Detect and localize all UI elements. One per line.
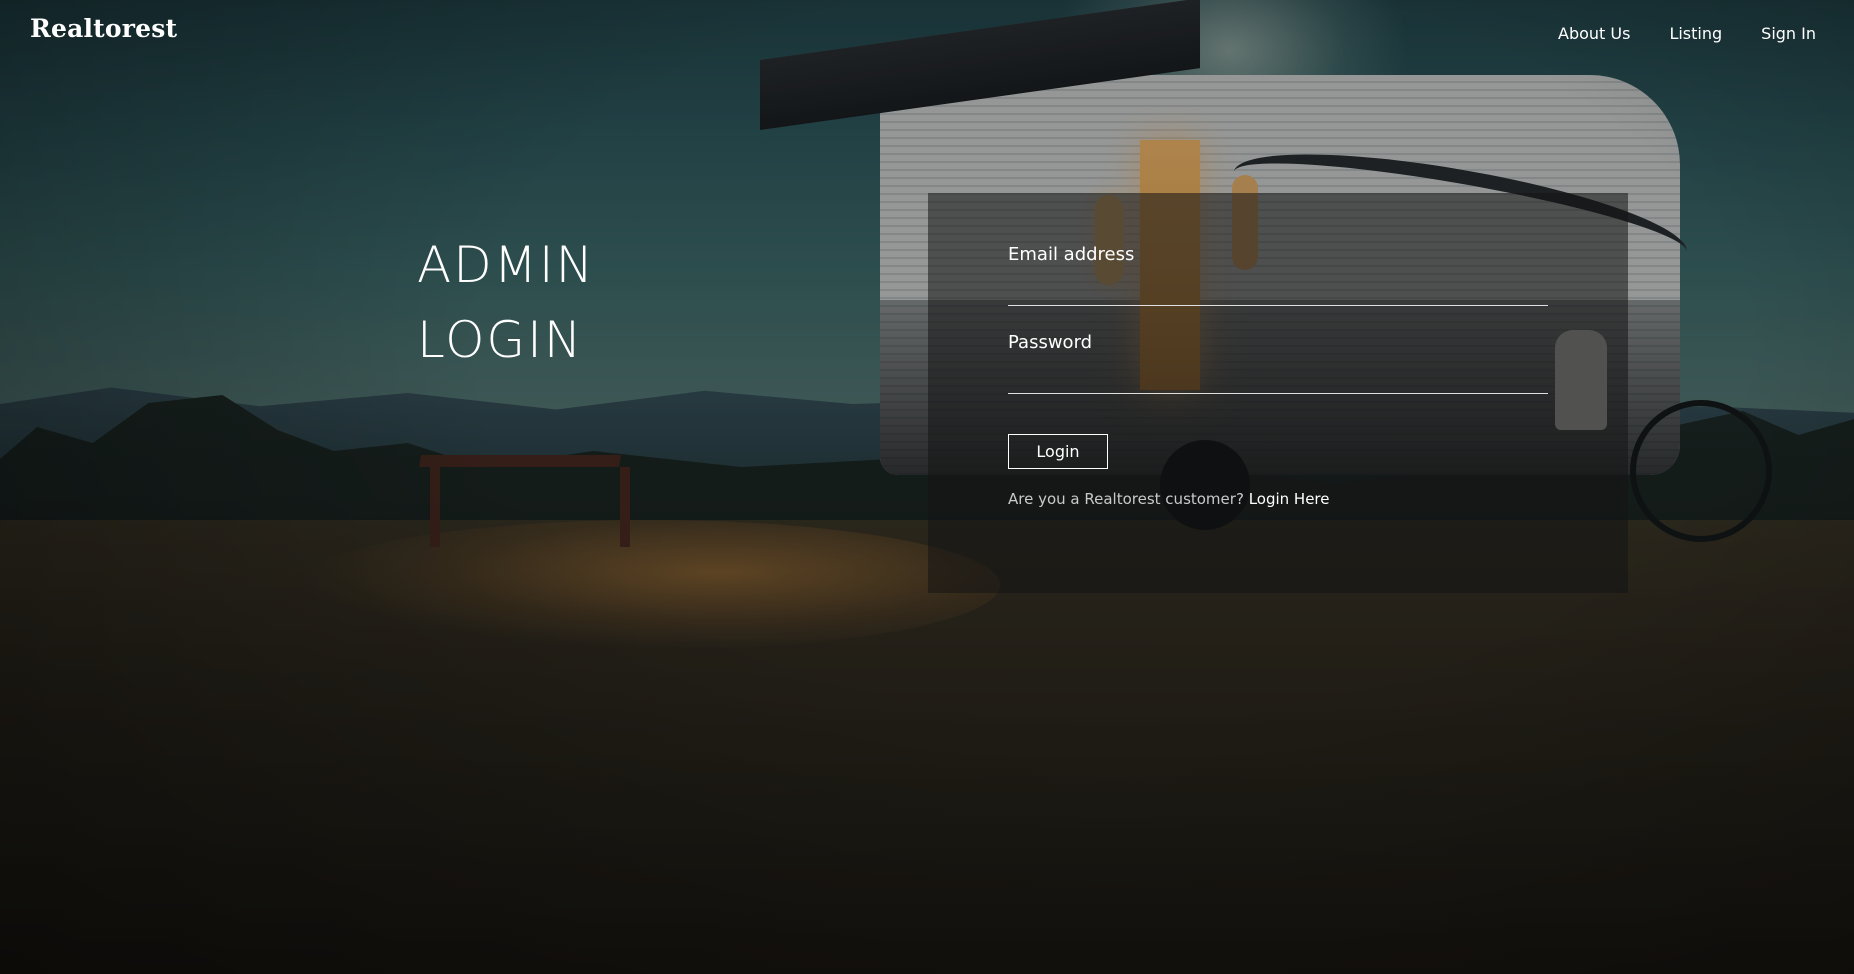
password-field-group: Password: [1008, 332, 1548, 394]
nav-item-listing[interactable]: Listing: [1669, 24, 1722, 43]
brand-logo[interactable]: Realtorest: [30, 14, 177, 43]
email-input[interactable]: [1008, 275, 1548, 306]
email-field-group: Email address: [1008, 244, 1548, 306]
customer-login-link[interactable]: Login Here: [1249, 490, 1330, 508]
customer-prompt: Are you a Realtorest customer?: [1008, 490, 1244, 508]
top-nav: About Us Listing Sign In: [1558, 24, 1816, 43]
nav-item-about-us[interactable]: About Us: [1558, 24, 1630, 43]
page-title: ADMIN LOGIN: [417, 228, 595, 378]
login-form: Email address Password Login Are you a R…: [928, 193, 1628, 593]
login-button[interactable]: Login: [1008, 434, 1108, 469]
email-label: Email address: [1008, 244, 1135, 265]
page: Realtorest About Us Listing Sign In ADMI…: [0, 0, 1854, 974]
page-title-line-1: ADMIN: [417, 236, 595, 294]
page-title-line-2: LOGIN: [417, 311, 584, 369]
customer-login-note: Are you a Realtorest customer? Login Her…: [1008, 490, 1330, 508]
password-input[interactable]: [1008, 363, 1548, 394]
password-label: Password: [1008, 332, 1093, 353]
nav-item-sign-in[interactable]: Sign In: [1761, 24, 1816, 43]
